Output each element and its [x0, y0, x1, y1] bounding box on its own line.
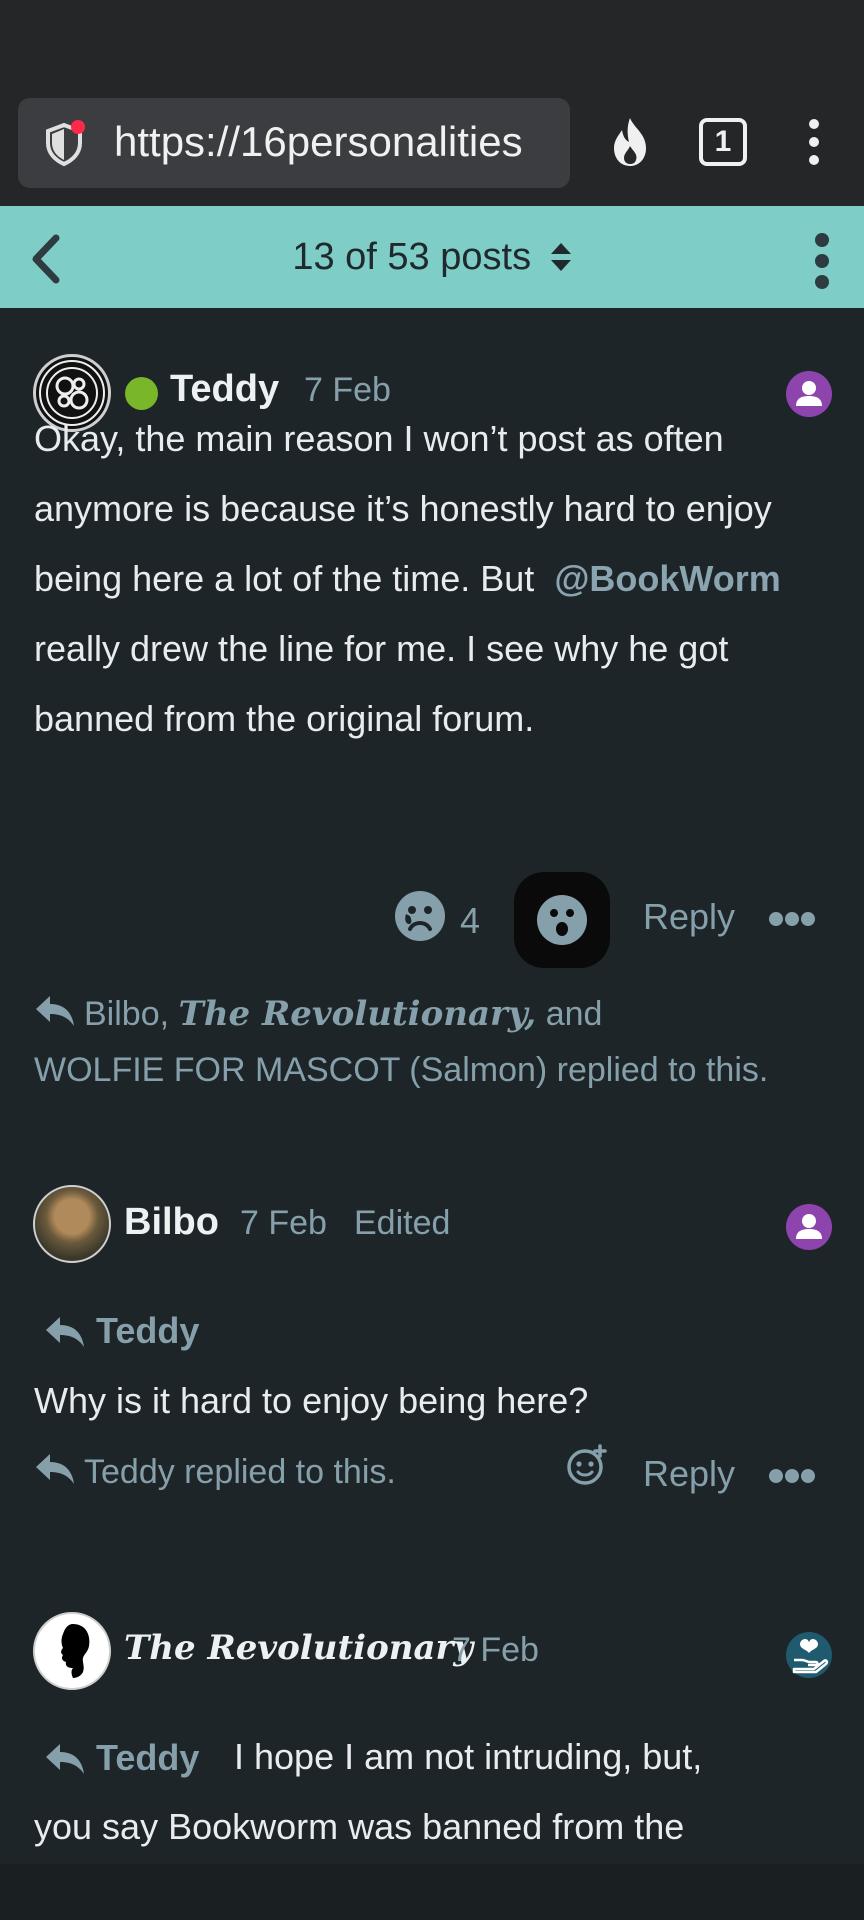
replied-summary[interactable]: Teddy replied to this. [84, 1444, 396, 1500]
tab-count: 1 [714, 125, 732, 158]
avatar-bilbo[interactable] [33, 1185, 111, 1263]
post-text: I hope I am not intruding, but, [234, 1736, 703, 1777]
sort-arrows-icon [550, 243, 571, 271]
add-reaction-button[interactable] [514, 872, 610, 968]
reply-button[interactable]: Reply [643, 896, 735, 938]
post-stream: Teddy 7 Feb Okay, the main reason I won’… [0, 308, 864, 1864]
reply-arrow-icon [36, 996, 74, 1026]
edited-label[interactable]: Edited [354, 1204, 450, 1243]
bottom-edge [0, 1864, 864, 1920]
reply-arrow-icon [46, 1744, 84, 1774]
post-date[interactable]: 7 Feb [452, 1631, 539, 1670]
post-date[interactable]: 7 Feb [240, 1204, 327, 1243]
fire-icon[interactable] [606, 116, 654, 168]
post-body: Okay, the main reason I won’t post as of… [34, 404, 834, 754]
post-text: you say Bookworm was banned from the [34, 1806, 685, 1847]
author-name[interactable]: Bilbo [124, 1201, 219, 1244]
post-position-text: 13 of 53 posts [292, 236, 532, 278]
surprised-reaction-icon [537, 895, 587, 945]
reply-arrow-icon [46, 1317, 84, 1347]
reply-arrow-icon [36, 1454, 74, 1484]
post-text: really drew the line for me. I see why h… [34, 628, 729, 739]
browser-toolbar: https://16personalities 1 [0, 98, 864, 206]
author-name[interactable]: The Revolutionary [124, 1628, 473, 1668]
reaction-count: 4 [460, 900, 481, 941]
status-bar [0, 0, 864, 98]
replied-summary-line2[interactable]: WOLFIE FOR MASCOT (Salmon) replied to th… [34, 1042, 768, 1098]
tab-count-icon[interactable]: 1 [699, 118, 747, 166]
mention-link[interactable]: @BookWorm [554, 558, 780, 599]
url-text[interactable]: https://16personalities [114, 118, 564, 166]
reply-to-link[interactable]: Teddy [96, 1310, 199, 1352]
replied-summary[interactable]: Bilbo, The Revolutionary, and [84, 986, 602, 1042]
shield-icon[interactable] [40, 120, 88, 168]
more-options-icon[interactable] [768, 1468, 816, 1484]
topic-nav-bar: 13 of 53 posts [0, 206, 864, 308]
kebab-menu-icon[interactable] [800, 118, 828, 170]
address-bar[interactable]: https://16personalities [18, 98, 570, 188]
more-options-icon[interactable] [768, 911, 816, 927]
silhouette-icon [61, 1624, 90, 1678]
post-body: Why is it hard to enjoy being here? [34, 1380, 589, 1421]
sad-reaction-icon[interactable] [394, 890, 446, 942]
alert-dot-icon [71, 120, 85, 134]
user-profile-icon[interactable] [786, 1204, 832, 1250]
reply-button[interactable]: Reply [643, 1453, 735, 1495]
avatar-revolutionary[interactable] [33, 1612, 111, 1690]
add-reaction-icon[interactable] [566, 1444, 608, 1486]
helping-hand-heart-icon[interactable] [786, 1632, 832, 1678]
topic-menu-icon[interactable] [808, 232, 836, 290]
reply-to-link[interactable]: Teddy [96, 1737, 199, 1779]
post-position-selector[interactable]: 13 of 53 posts [0, 206, 864, 308]
